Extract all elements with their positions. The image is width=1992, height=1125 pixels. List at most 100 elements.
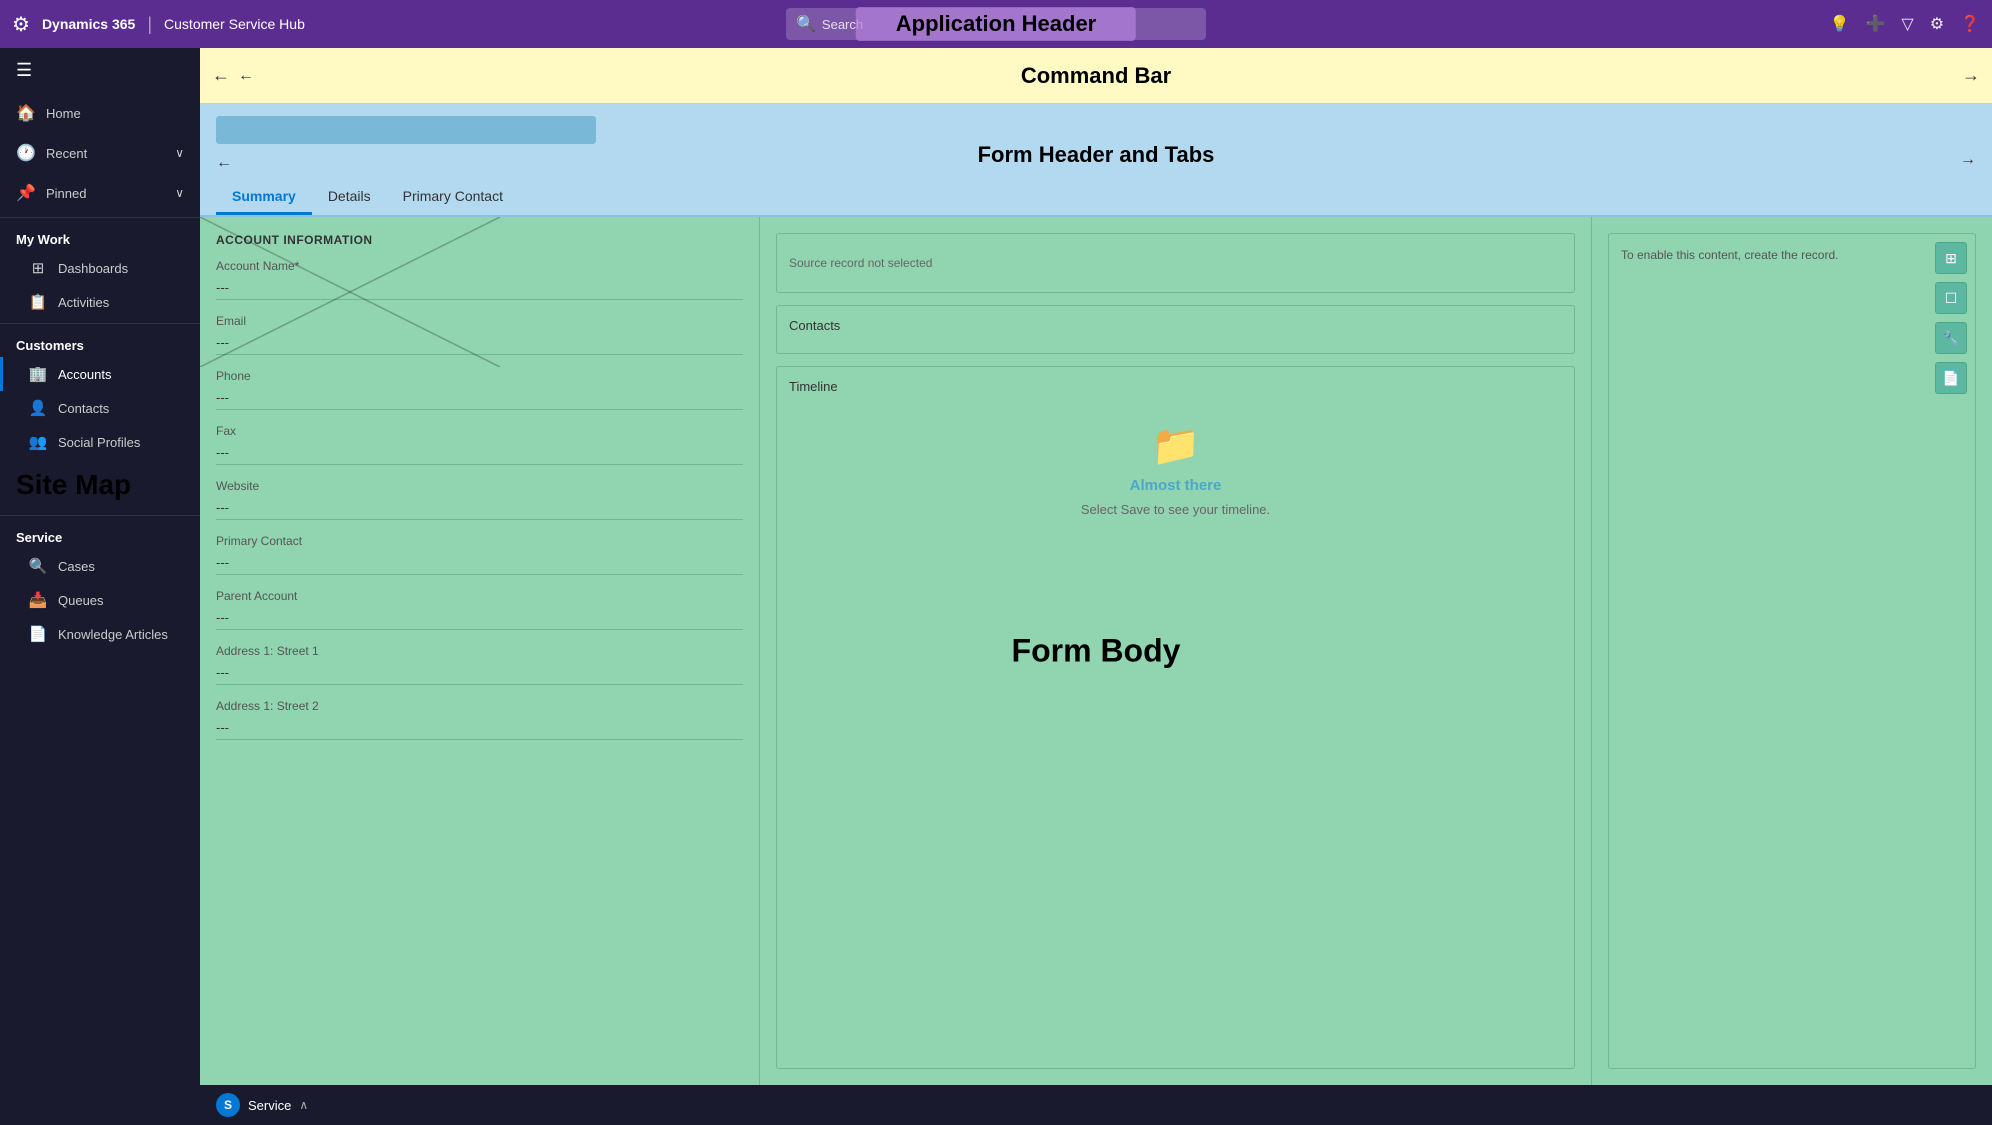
email-label: Email <box>216 314 743 328</box>
knowledge-articles-icon: 📄 <box>28 625 48 643</box>
header-actions: 💡 ➕ ▽ ⚙ ❓ <box>1830 14 1980 34</box>
accounts-icon: 🏢 <box>28 365 48 383</box>
bottom-bar: S Service ∧ <box>200 1085 1992 1125</box>
sidebar-item-home[interactable]: 🏠 Home <box>0 93 200 133</box>
sidebar-item-social-profiles[interactable]: 👥 Social Profiles <box>0 425 200 459</box>
fax-label: Fax <box>216 424 743 438</box>
bottom-app-name[interactable]: Service <box>248 1098 291 1113</box>
address1-street2-value: --- <box>216 716 743 740</box>
customers-header: Customers <box>0 328 200 357</box>
address1-street1-label: Address 1: Street 1 <box>216 644 743 658</box>
phone-value[interactable]: --- <box>216 386 743 410</box>
sidebar-item-dashboards[interactable]: ⊞ Dashboards <box>0 251 200 285</box>
sidebar-item-activities[interactable]: 📋 Activities <box>0 285 200 319</box>
website-value[interactable]: --- <box>216 496 743 520</box>
add-icon[interactable]: ➕ <box>1866 14 1886 34</box>
filter-icon[interactable]: ▽ <box>1901 14 1913 34</box>
recent-label: Recent <box>46 146 165 161</box>
right-icon-grid[interactable]: ⊞ <box>1935 242 1967 274</box>
sidebar-item-knowledge-articles[interactable]: 📄 Knowledge Articles <box>0 617 200 651</box>
sidebar-item-pinned[interactable]: 📌 Pinned ∨ <box>0 173 200 213</box>
app-title: Dynamics 365 <box>42 16 135 32</box>
timeline-content: 📁 Almost there Select Save to see your t… <box>789 402 1562 537</box>
help-icon[interactable]: ❓ <box>1960 14 1980 34</box>
form-middle-column: Source record not selected Contacts Time… <box>760 217 1592 1085</box>
contacts-icon: 👤 <box>28 399 48 417</box>
search-label: Search <box>822 17 863 32</box>
divider-1 <box>0 217 200 218</box>
right-panel-top: To enable this content, create the recor… <box>1608 233 1976 1069</box>
account-info-title: ACCOUNT INFORMATION <box>216 233 743 247</box>
command-bar: ← ← Command Bar → <box>200 48 1992 104</box>
pinned-icon: 📌 <box>16 183 36 203</box>
form-header-label: Form Header and Tabs <box>978 142 1215 168</box>
search-icon: 🔍 <box>796 14 816 34</box>
address1-street1-value[interactable]: --- <box>216 661 743 685</box>
pinned-chevron: ∨ <box>175 186 184 200</box>
sidebar-item-recent[interactable]: 🕐 Recent ∨ <box>0 133 200 173</box>
parent-account-value[interactable]: --- <box>216 606 743 630</box>
lightbulb-icon[interactable]: 💡 <box>1830 14 1850 34</box>
fax-value[interactable]: --- <box>216 441 743 465</box>
right-arrow-icon: → <box>1962 65 1980 86</box>
primary-contact-value[interactable]: --- <box>216 551 743 575</box>
phone-label: Phone <box>216 369 743 383</box>
email-value[interactable]: --- <box>216 331 743 355</box>
bottom-chevron: ∧ <box>299 1098 308 1112</box>
search-bar[interactable]: 🔍 Search <box>786 8 1206 40</box>
app-logo[interactable]: ⚙ <box>12 12 30 37</box>
command-bar-label: Command Bar <box>1021 63 1171 89</box>
form-header: ← Form Header and Tabs → Summary Details… <box>200 104 1992 217</box>
app-name: Customer Service Hub <box>164 16 305 32</box>
tab-details[interactable]: Details <box>312 180 387 215</box>
divider-3 <box>0 515 200 516</box>
form-left-arrow: ← <box>216 154 232 172</box>
activities-icon: 📋 <box>28 293 48 311</box>
right-icon-doc[interactable]: 📄 <box>1935 362 1967 394</box>
dashboards-icon: ⊞ <box>28 259 48 277</box>
timeline-panel: Timeline 📁 Almost there Select Save to s… <box>776 366 1575 1069</box>
social-profiles-icon: 👥 <box>28 433 48 451</box>
sidebar-item-contacts[interactable]: 👤 Contacts <box>0 391 200 425</box>
settings-icon[interactable]: ⚙ <box>1930 14 1944 34</box>
social-profiles-label: Social Profiles <box>58 435 140 450</box>
app-header: ⚙ Dynamics 365 | Customer Service Hub 🔍 … <box>0 0 1992 48</box>
pinned-label: Pinned <box>46 186 165 201</box>
right-panel-text: To enable this content, create the recor… <box>1621 248 1838 262</box>
form-title-bar <box>216 116 596 144</box>
content-area: ← ← Command Bar → ← Form Header and Tabs… <box>200 48 1992 1125</box>
form-left-column: ACCOUNT INFORMATION Account Name* --- Em… <box>200 217 760 1085</box>
right-panel-icons: ⊞ ☐ 🔧 📄 <box>1935 242 1967 394</box>
form-tabs: Summary Details Primary Contact <box>216 180 1976 215</box>
main-layout: ☰ 🏠 Home 🕐 Recent ∨ 📌 Pinned ∨ My Work ⊞… <box>0 48 1992 1125</box>
home-icon: 🏠 <box>16 103 36 123</box>
sidebar-item-cases[interactable]: 🔍 Cases <box>0 549 200 583</box>
sidebar-item-queues[interactable]: 📥 Queues <box>0 583 200 617</box>
back-button[interactable]: ← <box>212 65 230 86</box>
source-panel-text: Source record not selected <box>789 256 932 270</box>
field-primary-contact: Primary Contact --- <box>216 534 743 575</box>
timeline-panel-title: Timeline <box>789 379 1562 394</box>
home-label: Home <box>46 106 184 121</box>
primary-contact-label: Primary Contact <box>216 534 743 548</box>
field-phone: Phone --- <box>216 369 743 410</box>
form-body-area: Form Body ACCOUNT INFORMATION Account Na… <box>200 217 1992 1085</box>
timeline-icon: 📁 <box>1151 422 1201 469</box>
sidebar-item-accounts[interactable]: 🏢 Accounts <box>0 357 200 391</box>
contacts-panel-title: Contacts <box>789 318 1562 333</box>
website-label: Website <box>216 479 743 493</box>
field-parent-account: Parent Account --- <box>216 589 743 630</box>
right-icon-square[interactable]: ☐ <box>1935 282 1967 314</box>
tab-summary[interactable]: Summary <box>216 180 312 215</box>
sidebar-toggle[interactable]: ☰ <box>0 48 200 93</box>
source-panel: Source record not selected <box>776 233 1575 293</box>
account-name-value[interactable]: --- <box>216 276 743 300</box>
my-work-header: My Work <box>0 222 200 251</box>
divider-2 <box>0 323 200 324</box>
timeline-subtext: Select Save to see your timeline. <box>1081 502 1270 517</box>
field-fax: Fax --- <box>216 424 743 465</box>
tab-primary-contact[interactable]: Primary Contact <box>387 180 519 215</box>
right-icon-wrench[interactable]: 🔧 <box>1935 322 1967 354</box>
sitemap-label: Site Map <box>0 459 200 511</box>
accounts-label: Accounts <box>58 367 111 382</box>
